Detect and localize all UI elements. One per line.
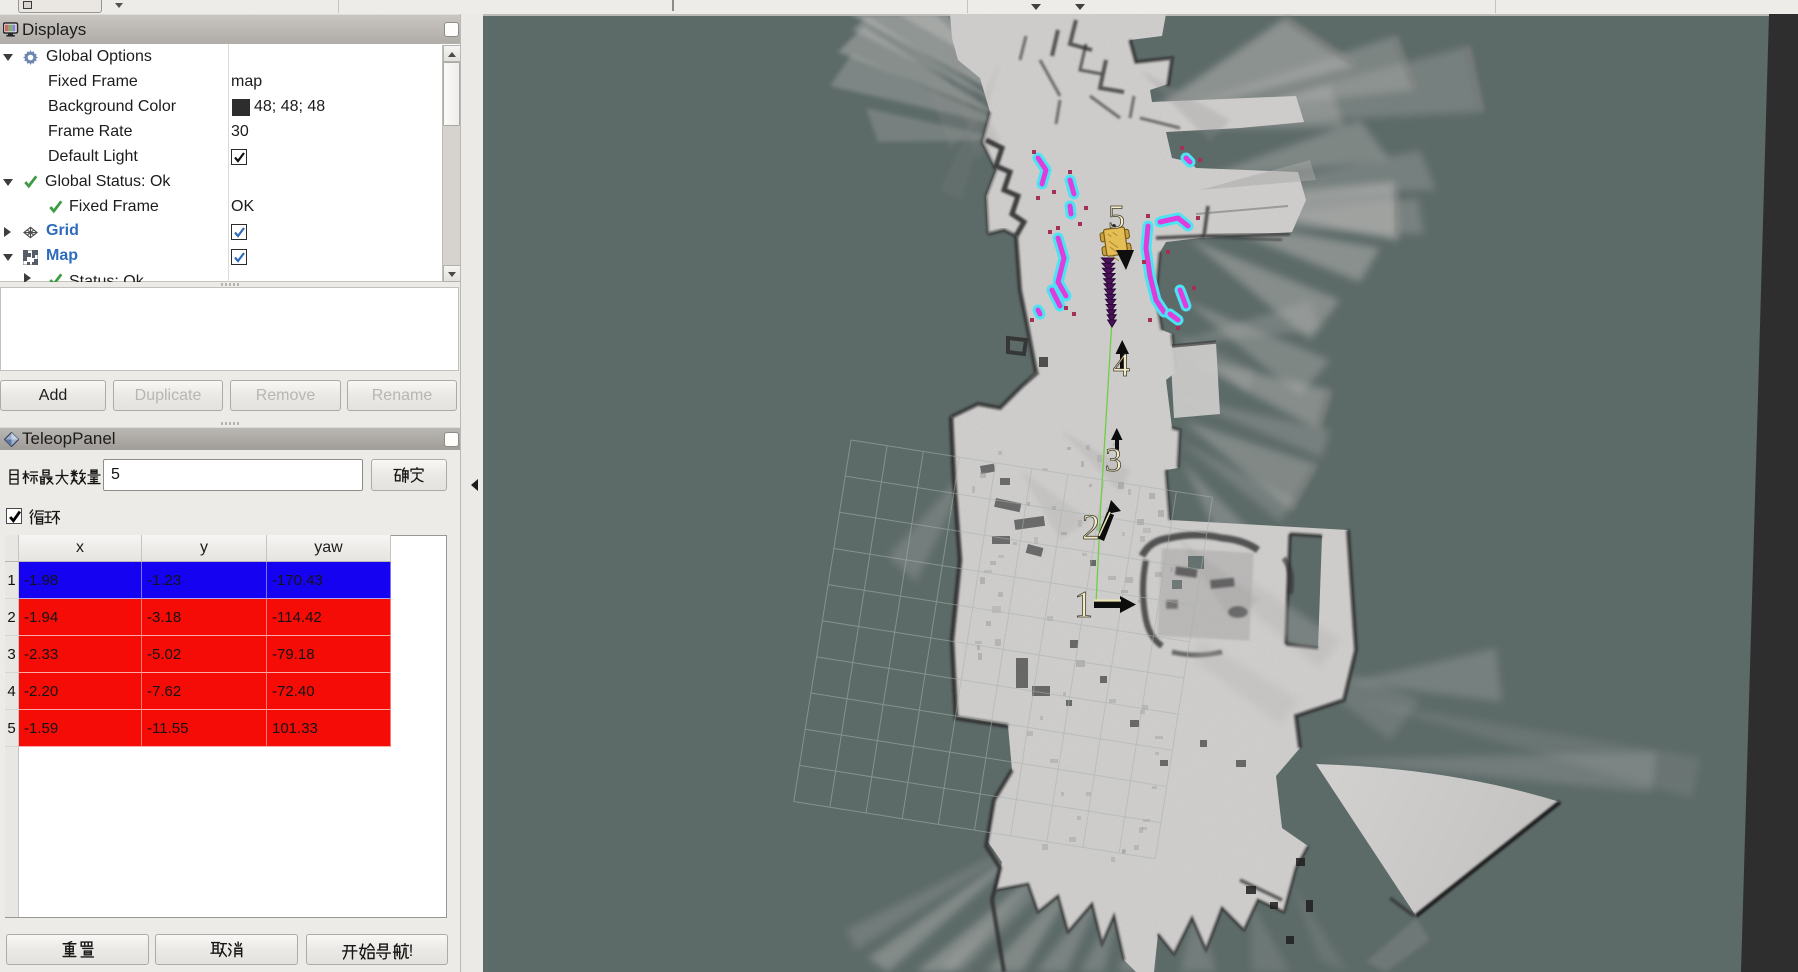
svg-text:3: 3: [1105, 442, 1122, 479]
svg-text:4: 4: [1113, 347, 1130, 384]
svg-text:2: 2: [1082, 507, 1100, 547]
svg-text:5: 5: [1108, 199, 1125, 236]
svg-text:1: 1: [1074, 584, 1093, 626]
